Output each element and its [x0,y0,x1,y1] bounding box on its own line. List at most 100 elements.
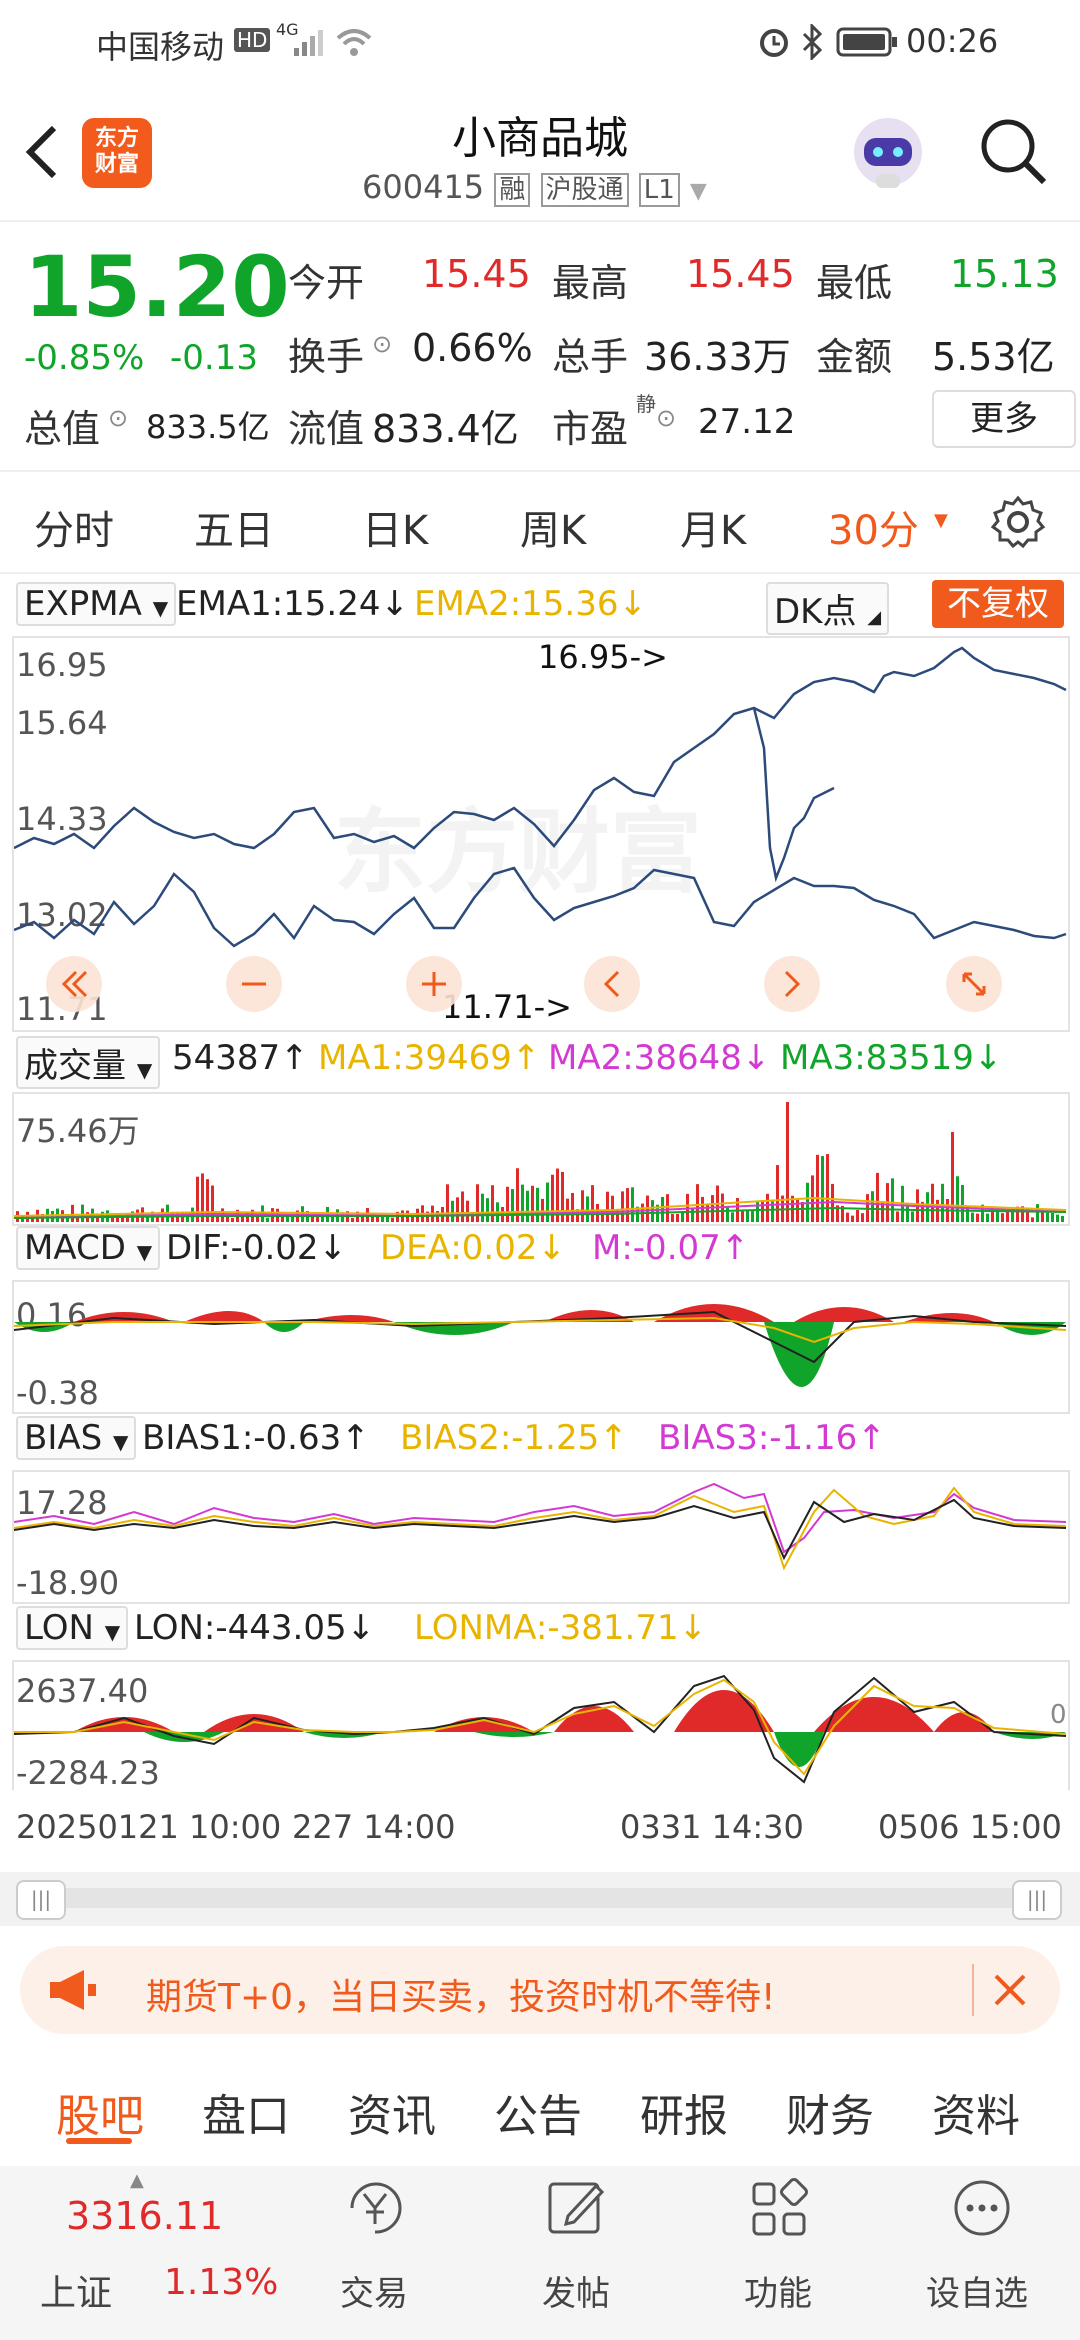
hd-badge: HD [234,28,271,52]
tab-guba[interactable]: 股吧 [56,2080,144,2144]
range-scrollbar[interactable]: ||| ||| [0,1872,1080,1926]
carrier-label: 中国移动 [96,28,225,66]
high-value: 15.45 [686,252,795,296]
dk-label: DK点 [774,592,857,632]
bias-chart[interactable]: 17.28 -18.90 [12,1470,1070,1604]
indicator-select[interactable]: EXPMA ▼ [16,582,177,626]
scroll-handle-right[interactable]: ||| [1012,1880,1062,1920]
change-pct: -0.85% [24,338,145,378]
info-icon[interactable]: ⊙ [656,404,676,432]
tab-gonggao[interactable]: 公告 [494,2080,582,2144]
volume-bar [241,1216,244,1222]
chevron-down-icon: ▼ [113,1430,129,1454]
lon-chart[interactable]: 2637.40 -2284.23 0 [12,1660,1070,1792]
volume-bar [986,1213,989,1222]
volume-bar [956,1176,959,1222]
volume-indicator: 成交量 [24,1046,126,1086]
volume-bar [1046,1212,1049,1222]
chevron-down-icon: ▼ [136,1240,153,1264]
dk-point-button[interactable]: DK点 ◢ [766,582,890,635]
more-dots-icon[interactable] [950,2176,1014,2240]
volume-bar [531,1185,534,1222]
tab-ziliao[interactable]: 资料 [932,2080,1020,2144]
volume-bar [1061,1215,1064,1222]
nav-trade[interactable]: 交易 [340,2266,408,2315]
volume-chart[interactable]: 75.46万 [12,1092,1070,1226]
nav-function[interactable]: 功能 [744,2266,812,2315]
volume-bar [1056,1214,1059,1222]
tab-yanbao[interactable]: 研报 [640,2080,728,2144]
more-button[interactable]: 更多 [932,390,1076,448]
tab-wuri[interactable]: 五日 [194,498,274,556]
volume-bar [876,1172,879,1222]
function-grid-icon[interactable] [748,2176,810,2240]
bottom-nav: ▲ 3316.11 上证 1.13% 交易 发帖 功能 设自选 [0,2166,1080,2340]
bias-lines [14,1482,1067,1571]
volume-bar [906,1204,909,1222]
tab-zhouk[interactable]: 周K [520,498,586,556]
tab-zixun[interactable]: 资讯 [348,2080,436,2144]
volume-bar [351,1217,354,1222]
post-edit-icon[interactable] [546,2176,608,2240]
volume-bar [456,1197,459,1222]
clock: 00:26 [906,22,999,60]
corner-icon: ◢ [867,607,882,628]
index-value: 3316.11 [66,2194,224,2238]
indicator-name: EXPMA [24,584,142,624]
nav-add-watchlist[interactable]: 设自选 [926,2266,1028,2315]
volume-bar [826,1154,829,1222]
macd-histogram [14,1304,1067,1387]
search-icon[interactable] [976,114,1050,188]
tab-yuek[interactable]: 月K [680,498,746,556]
tab-pankou[interactable]: 盘口 [202,2080,290,2144]
volume-select[interactable]: 成交量 ▼ [16,1036,161,1089]
macd-select[interactable]: MACD ▼ [16,1226,161,1270]
turnover-label: 换手 [288,335,365,379]
volume-bar [231,1217,234,1222]
dropdown-icon[interactable]: ▼ [690,179,707,204]
volume-bar [411,1216,414,1222]
info-icon[interactable]: ⊙ [108,404,128,432]
volume-bar [861,1213,864,1222]
info-icon[interactable]: ⊙ [372,330,392,358]
tab-rik[interactable]: 日K [362,498,428,556]
megaphone-icon [50,1970,96,2010]
tab-fenshi[interactable]: 分时 [34,498,114,556]
promo-banner[interactable]: 期货T+0，当日买卖，投资时机不等待! [20,1946,1060,2034]
close-icon[interactable] [992,1972,1028,2008]
volume-bar [591,1185,594,1222]
volume-bar [726,1206,729,1222]
volume-bar [451,1200,454,1222]
change-value: -0.13 [170,338,258,378]
volume-bar [896,1211,899,1222]
status-bar: 中国移动 HD 4G 00:26 [0,0,1080,84]
bias-select[interactable]: BIAS ▼ [16,1416,137,1460]
price-chart[interactable]: 东方财富 16.95 15.64 14.33 13.02 11.71 16.95… [12,636,1070,1032]
volume-bar [1041,1211,1044,1222]
fuquan-button[interactable]: 不复权 [932,580,1064,628]
trade-yen-icon[interactable] [340,2176,410,2240]
volume-bar [506,1186,509,1222]
macd-chart[interactable]: 0.16 -0.38 [12,1280,1070,1414]
vol-ma3: MA3:83519↓ [780,1038,1003,1078]
banner-text: 期货T+0，当日买卖，投资时机不等待! [146,1977,776,2018]
bias-legend: BIAS ▼ BIAS1:-0.63↑ BIAS2:-1.25↑ BIAS3:-… [0,1416,1080,1472]
lon-select[interactable]: LON ▼ [16,1606,129,1650]
lon-histogram [14,1674,1067,1784]
volume-bar [606,1191,609,1222]
volume-bar [81,1204,84,1222]
tab-caiwu[interactable]: 财务 [786,2080,874,2144]
chevron-down-icon[interactable]: ▼ [934,510,948,531]
volume-bar [821,1156,824,1222]
bias2: BIAS2:-1.25↑ [400,1418,628,1458]
volume-bar [676,1213,679,1222]
vol-ma2: MA2:38648↓ [548,1038,771,1078]
gear-icon[interactable] [990,494,1046,550]
bluetooth-icon [802,24,823,60]
scroll-handle-left[interactable]: ||| [16,1880,66,1920]
robot-avatar-icon[interactable] [846,112,930,196]
tab-30min[interactable]: 30分 [828,498,919,556]
x-tick: 20250121 10:00 [16,1808,282,1846]
nav-post[interactable]: 发帖 [542,2266,610,2315]
volume-bar [581,1190,584,1222]
